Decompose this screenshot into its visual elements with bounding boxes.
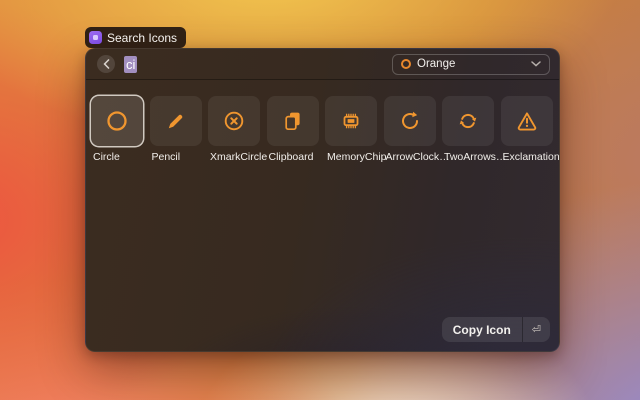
color-filter-dropdown[interactable]: Orange bbox=[392, 54, 550, 75]
two-arrows-circlepath-icon bbox=[456, 109, 480, 133]
result-label: ArrowClock… bbox=[384, 151, 436, 163]
pencil-icon bbox=[164, 109, 188, 133]
result-tile-xmarkcircle[interactable]: XmarkCircle bbox=[208, 96, 260, 163]
result-tile-memorychip[interactable]: MemoryChip bbox=[325, 96, 377, 163]
results-grid: Circle Pencil XmarkCircle Clipboard bbox=[86, 80, 559, 163]
color-filter-value: Orange bbox=[417, 58, 455, 70]
circle-icon bbox=[105, 109, 129, 133]
result-label: Exclamation… bbox=[501, 151, 553, 163]
enter-key-hint: ⏎ bbox=[523, 323, 550, 336]
result-tile-pencil[interactable]: Pencil bbox=[150, 96, 202, 163]
search-input[interactable]: ci bbox=[124, 56, 392, 73]
back-button[interactable] bbox=[97, 55, 115, 73]
result-label: TwoArrows… bbox=[442, 151, 494, 163]
memory-chip-icon bbox=[339, 109, 363, 133]
chevron-left-icon bbox=[103, 59, 110, 69]
chevron-down-icon bbox=[531, 61, 541, 67]
orange-ring-icon bbox=[401, 59, 411, 69]
exclamation-triangle-icon bbox=[515, 109, 539, 133]
copy-icon-button[interactable]: Copy Icon ⏎ bbox=[442, 317, 550, 342]
search-icons-window: ci Orange Circle Pencil bbox=[85, 48, 560, 352]
app-badge-label: Search Icons bbox=[107, 31, 177, 45]
arrow-clockwise-icon bbox=[398, 109, 422, 133]
toolbar: ci Orange bbox=[86, 49, 559, 80]
app-badge: Search Icons bbox=[85, 27, 186, 48]
result-tile-circle[interactable]: Circle bbox=[91, 96, 143, 163]
result-tile-arrowclockwise[interactable]: ArrowClock… bbox=[384, 96, 436, 163]
result-label: MemoryChip bbox=[325, 151, 377, 163]
clipboard-icon bbox=[281, 109, 305, 133]
result-label: Circle bbox=[91, 151, 143, 163]
app-icon bbox=[89, 31, 102, 44]
result-label: XmarkCircle bbox=[208, 151, 260, 163]
xmark-circle-icon bbox=[222, 109, 246, 133]
result-tile-exclamation[interactable]: Exclamation… bbox=[501, 96, 553, 163]
search-selected-text: ci bbox=[124, 56, 137, 73]
result-tile-twoarrows[interactable]: TwoArrows… bbox=[442, 96, 494, 163]
result-label: Clipboard bbox=[267, 151, 319, 163]
result-tile-clipboard[interactable]: Clipboard bbox=[267, 96, 319, 163]
copy-icon-label: Copy Icon bbox=[442, 323, 522, 337]
result-label: Pencil bbox=[150, 151, 202, 163]
